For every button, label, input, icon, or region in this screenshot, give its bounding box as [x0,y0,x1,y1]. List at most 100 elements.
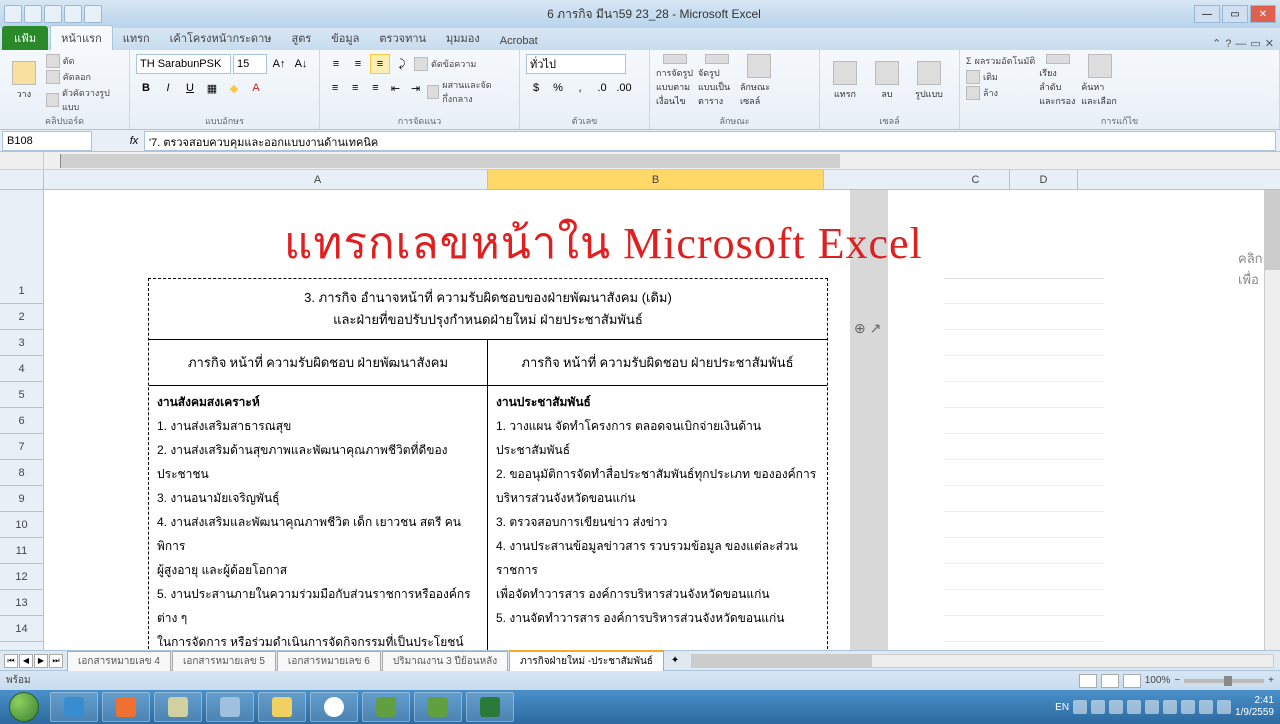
row-header[interactable]: 10 [0,512,43,538]
redo-icon[interactable] [64,5,82,23]
undo-icon[interactable] [44,5,62,23]
clear-button[interactable]: ล้าง [966,86,1035,100]
view-page-break-icon[interactable] [1123,674,1141,688]
italic-button[interactable]: I [158,78,178,98]
merge-button[interactable]: ผสานและจัดกึ่งกลาง [427,78,513,106]
tray-icon[interactable] [1163,700,1177,714]
view-normal-icon[interactable] [1079,674,1097,688]
number-format-select[interactable] [526,54,626,74]
view-page-layout-icon[interactable] [1101,674,1119,688]
sheet-tab[interactable]: เอกสารหมายเลข 5 [172,651,276,671]
save-icon[interactable] [24,5,42,23]
decrease-decimal-icon[interactable]: .00 [614,78,634,98]
sheet-tab[interactable]: ปริมาณงาน 3 ปีย้อนหลัง [382,651,508,671]
tab-review[interactable]: ตรวจทาน [369,26,436,50]
decrease-indent-icon[interactable]: ⇤ [386,78,404,98]
app-restore-icon[interactable]: ▭ [1250,37,1260,50]
file-tab[interactable]: แฟ้ม [2,26,48,50]
row-header[interactable]: 12 [0,564,43,590]
taskbar-explorer[interactable] [258,692,306,722]
app-close-icon[interactable]: ✕ [1265,37,1274,50]
sheet-tab[interactable]: เอกสารหมายเลข 6 [277,651,381,671]
align-right-icon[interactable]: ≡ [366,78,384,98]
taskbar-clock[interactable]: 2:41 1/9/2559 [1235,695,1274,719]
find-select-button[interactable]: ค้นหาและเลือก [1081,54,1119,108]
taskbar-calculator[interactable] [206,692,254,722]
comma-icon[interactable]: , [570,78,590,98]
format-as-table-button[interactable]: จัดรูปแบบเป็นตาราง [698,54,736,108]
tab-data[interactable]: ข้อมูล [321,26,369,50]
tray-icon[interactable] [1145,700,1159,714]
formula-input[interactable]: '7. ตรวจสอบควบคุมและออกแบบงานด้านเทคนิค [144,131,1276,151]
sheet-first-icon[interactable]: ⏮ [4,654,18,668]
sheet-prev-icon[interactable]: ◀ [19,654,33,668]
row-header[interactable]: 2 [0,304,43,330]
minimize-button[interactable]: — [1194,5,1220,23]
taskbar-excel[interactable] [466,692,514,722]
taskbar-app1[interactable] [362,692,410,722]
app-minimize-icon[interactable]: — [1235,38,1246,50]
paste-button[interactable]: วาง [6,54,42,108]
delete-cells-button[interactable]: ลบ [868,54,906,108]
sheet-last-icon[interactable]: ⏭ [49,654,63,668]
close-button[interactable]: ✕ [1250,5,1276,23]
row-header[interactable]: 14 [0,616,43,642]
align-left-icon[interactable]: ≡ [326,78,344,98]
sort-filter-button[interactable]: เรียงลำดับและกรอง [1039,54,1077,108]
insert-cells-button[interactable]: แทรก [826,54,864,108]
row-header[interactable]: 5 [0,382,43,408]
increase-decimal-icon[interactable]: .0 [592,78,612,98]
fx-button[interactable]: fx [124,131,144,151]
cut-button[interactable]: ตัด [46,54,123,68]
zoom-in-icon[interactable]: + [1268,675,1274,686]
taskbar-app2[interactable] [414,692,462,722]
tab-formulas[interactable]: สูตร [282,26,322,50]
taskbar-chrome[interactable] [310,692,358,722]
new-sheet-icon[interactable]: ✦ [665,655,685,666]
fill-color-button[interactable]: ◆ [224,78,244,98]
name-box[interactable]: B108 [2,131,92,151]
tray-icon[interactable] [1181,700,1195,714]
row-header[interactable]: 11 [0,538,43,564]
col-header-d[interactable]: D [1010,170,1078,189]
row-header[interactable]: 13 [0,590,43,616]
col-header-c[interactable]: C [942,170,1010,189]
align-center-icon[interactable]: ≡ [346,78,364,98]
percent-icon[interactable]: % [548,78,568,98]
format-cells-button[interactable]: รูปแบบ [910,54,948,108]
align-middle-icon[interactable]: ≡ [348,54,368,74]
taskbar-media-player[interactable] [102,692,150,722]
select-all-corner[interactable] [0,170,44,189]
tab-home[interactable]: หน้าแรก [50,25,113,50]
zoom-out-icon[interactable]: − [1174,675,1180,686]
sheet-tab-active[interactable]: ภารกิจฝ่ายใหม่ -ประชาสัมพันธ์ [509,650,664,671]
tab-page-layout[interactable]: เค้าโครงหน้ากระดาษ [160,26,282,50]
zoom-slider[interactable] [1184,679,1264,683]
row-header[interactable]: 3 [0,330,43,356]
tray-icon[interactable] [1073,700,1087,714]
row-header[interactable]: 4 [0,356,43,382]
excel-icon[interactable] [4,5,22,23]
tab-view[interactable]: มุมมอง [436,26,490,50]
currency-icon[interactable]: $ [526,78,546,98]
row-header[interactable]: 7 [0,434,43,460]
maximize-button[interactable]: ▭ [1222,5,1248,23]
tray-icon[interactable] [1091,700,1105,714]
conditional-formatting-button[interactable]: การจัดรูปแบบตามเงื่อนไข [656,54,694,108]
align-bottom-icon[interactable]: ≡ [370,54,390,74]
ribbon-minimize-icon[interactable]: ⌃ [1212,37,1221,50]
row-header[interactable]: 8 [0,460,43,486]
col-header-a[interactable]: A [148,170,488,189]
font-size-input[interactable] [233,54,267,74]
tray-icon[interactable] [1199,700,1213,714]
worksheet-canvas[interactable]: แทรกเลขหน้าใน Microsoft Excel คลิกเพื่อ … [44,190,1280,650]
language-indicator[interactable]: EN [1055,702,1069,713]
sheet-tab[interactable]: เอกสารหมายเลข 4 [67,651,171,671]
tab-insert[interactable]: แทรก [113,26,160,50]
orientation-icon[interactable]: ⤸ [392,54,412,74]
underline-button[interactable]: U [180,78,200,98]
align-top-icon[interactable]: ≡ [326,54,346,74]
horizontal-scrollbar[interactable] [691,654,1274,668]
sheet-next-icon[interactable]: ▶ [34,654,48,668]
wrap-text-button[interactable]: ตัดข้อความ [414,54,476,74]
